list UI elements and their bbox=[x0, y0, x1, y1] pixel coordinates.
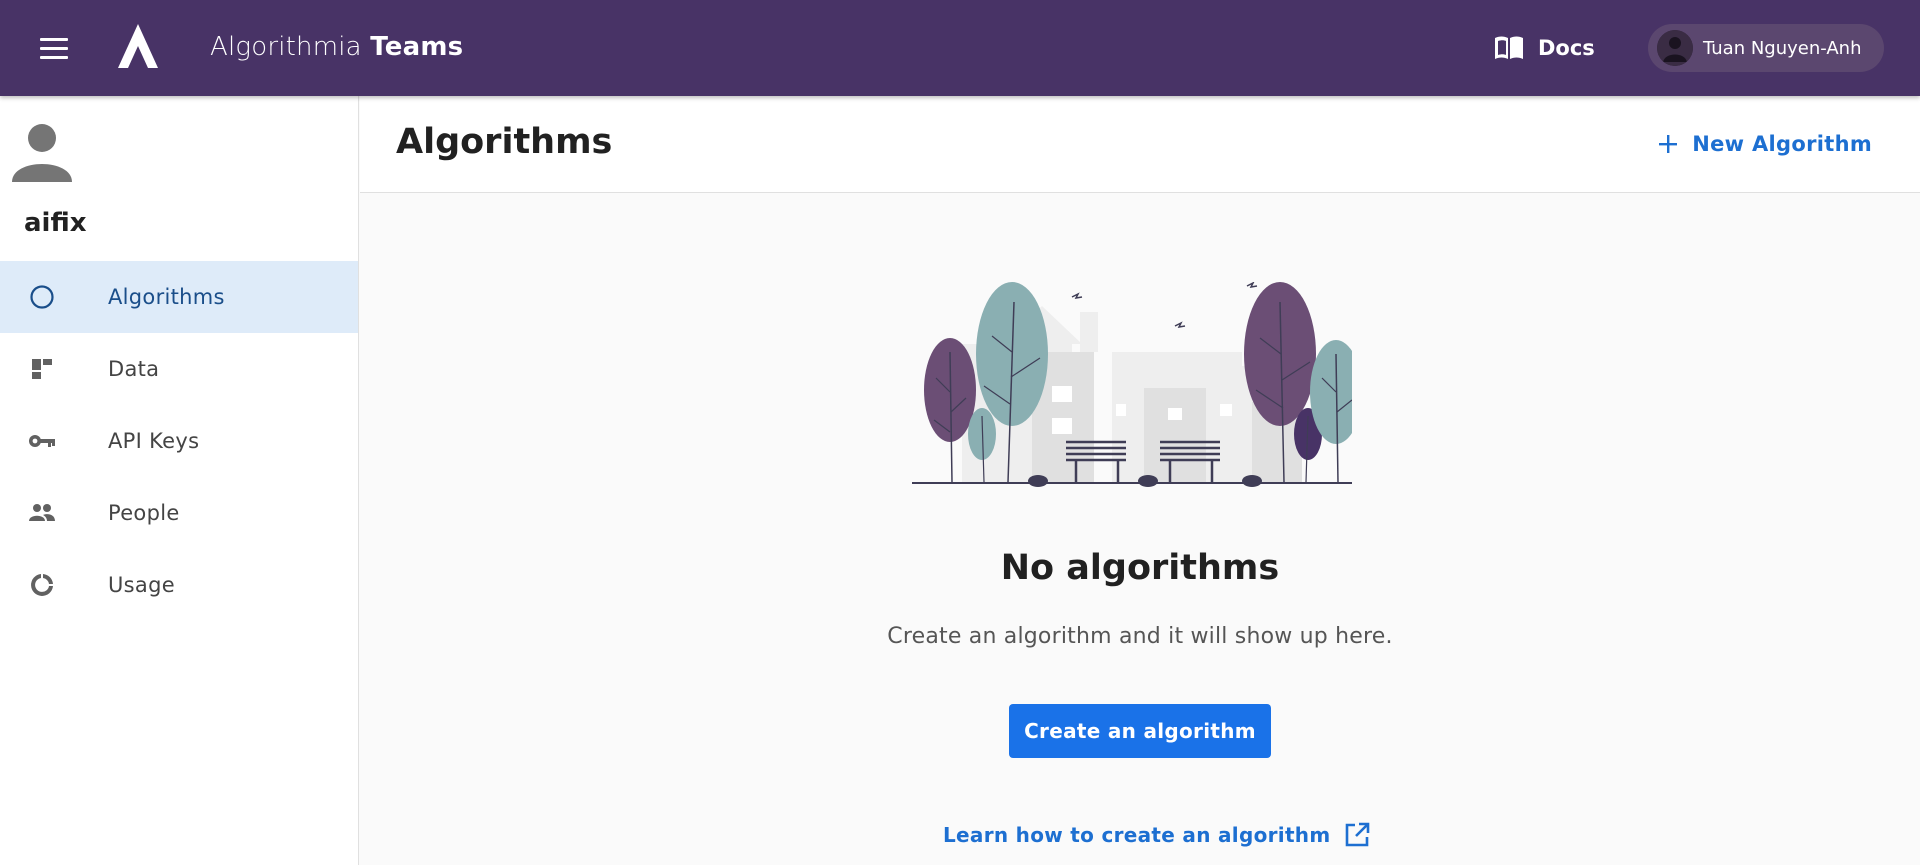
page-header: Algorithms New Algorithm bbox=[360, 96, 1920, 193]
people-icon bbox=[27, 498, 57, 528]
org-avatar-icon bbox=[12, 124, 72, 182]
empty-state: No algorithms Create an algorithm and it… bbox=[360, 194, 1920, 865]
sidebar-item-people[interactable]: People bbox=[0, 477, 358, 549]
sidebar-item-data[interactable]: Data bbox=[0, 333, 358, 405]
user-menu-button[interactable]: Tuan Nguyen-Anh bbox=[1648, 24, 1884, 72]
hamburger-menu-icon[interactable] bbox=[36, 30, 72, 66]
circle-icon bbox=[27, 282, 57, 312]
learn-create-algorithm-link[interactable]: Learn how to create an algorithm bbox=[943, 818, 1370, 852]
learn-link-label: Learn how to create an algorithm bbox=[943, 823, 1331, 847]
empty-state-subtitle: Create an algorithm and it will show up … bbox=[887, 624, 1393, 649]
top-app-bar: Algorithmia Teams Docs Tuan Nguyen-Anh bbox=[0, 0, 1920, 96]
org-name: aifix bbox=[24, 208, 87, 238]
plus-icon bbox=[1659, 135, 1678, 153]
sidebar-item-label: People bbox=[108, 501, 180, 525]
create-algorithm-button[interactable]: Create an algorithm bbox=[1009, 704, 1271, 758]
docs-label: Docs bbox=[1538, 36, 1595, 60]
algorithmia-logo[interactable] bbox=[112, 22, 164, 74]
sidebar-item-label: API Keys bbox=[108, 429, 200, 453]
book-icon bbox=[1495, 36, 1523, 59]
sidebar-item-usage[interactable]: Usage bbox=[0, 549, 358, 621]
sidebar-item-label: Usage bbox=[108, 573, 175, 597]
sidebar-item-label: Data bbox=[108, 357, 160, 381]
brand-product: Teams bbox=[370, 32, 464, 62]
new-algorithm-button[interactable]: New Algorithm bbox=[1658, 126, 1872, 162]
city-park-illustration bbox=[912, 282, 1352, 487]
app-brand[interactable]: Algorithmia Teams bbox=[210, 32, 463, 62]
sidebar: aifix Algorithms Data API Keys People Us… bbox=[0, 96, 359, 865]
donut-icon bbox=[27, 570, 57, 600]
dashboard-icon bbox=[27, 354, 57, 384]
user-avatar bbox=[1657, 30, 1693, 66]
sidebar-nav: Algorithms Data API Keys People Usage bbox=[0, 261, 358, 621]
user-name: Tuan Nguyen-Anh bbox=[1703, 37, 1862, 59]
key-icon bbox=[27, 426, 57, 456]
new-algorithm-label: New Algorithm bbox=[1692, 132, 1872, 156]
docs-link[interactable]: Docs bbox=[1494, 30, 1595, 66]
brand-name: Algorithmia bbox=[210, 32, 362, 62]
external-link-icon bbox=[1346, 822, 1370, 847]
empty-state-title: No algorithms bbox=[1000, 548, 1280, 588]
sidebar-item-label: Algorithms bbox=[108, 285, 225, 309]
page-title: Algorithms bbox=[396, 122, 613, 162]
sidebar-item-algorithms[interactable]: Algorithms bbox=[0, 261, 358, 333]
sidebar-item-api-keys[interactable]: API Keys bbox=[0, 405, 358, 477]
